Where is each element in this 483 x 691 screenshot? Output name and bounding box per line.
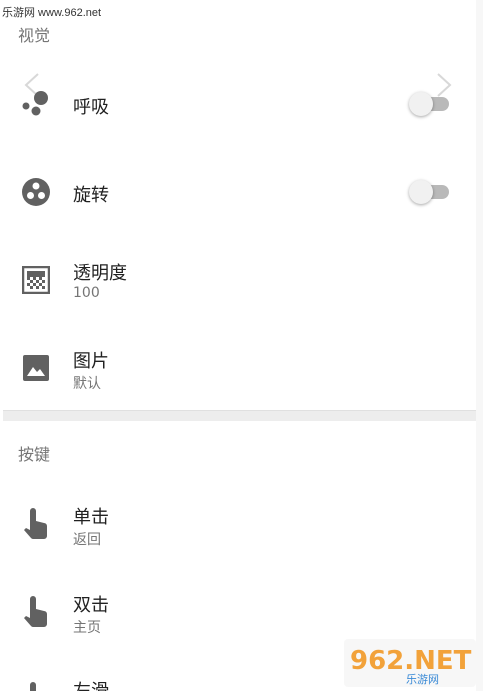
section-divider — [3, 410, 476, 421]
double-tap-hand-icon — [20, 596, 52, 628]
tap-hand-icon — [20, 508, 52, 540]
setting-row-rotate[interactable]: 旋转 — [0, 152, 476, 232]
setting-title: 单击 — [73, 507, 109, 528]
section-header-keys: 按键 — [18, 445, 51, 464]
setting-row-opacity[interactable]: 透明度 100 — [0, 240, 476, 320]
setting-value: 100 — [73, 285, 100, 301]
setting-title: 双击 — [73, 595, 109, 616]
setting-title: 左滑 — [73, 677, 109, 691]
rotate-circle-icon — [20, 176, 52, 208]
logo-main-text: 962.NET — [350, 646, 472, 676]
site-logo: 962.NET 乐游网 — [344, 639, 476, 687]
setting-value: 主页 — [73, 620, 101, 636]
breathe-toggle[interactable] — [409, 92, 449, 116]
setting-title: 透明度 — [73, 263, 127, 284]
logo-sub-text: 乐游网 — [406, 673, 439, 686]
setting-row-single-tap[interactable]: 单击 返回 — [0, 484, 476, 564]
setting-value: 返回 — [73, 532, 101, 548]
setting-title: 图片 — [73, 351, 109, 372]
image-icon — [20, 352, 52, 384]
breathe-dots-icon — [20, 88, 52, 120]
setting-title: 旋转 — [73, 185, 109, 206]
setting-row-breathe[interactable]: 呼吸 — [0, 64, 476, 144]
right-edge — [476, 0, 483, 691]
setting-value: 默认 — [73, 376, 101, 392]
watermark-text: 乐游网 www.962.net — [2, 7, 102, 19]
section-header-visual: 视觉 — [18, 26, 51, 45]
setting-title: 呼吸 — [73, 97, 109, 118]
setting-row-image[interactable]: 图片 默认 — [0, 328, 476, 408]
swipe-left-icon — [20, 682, 52, 691]
opacity-grid-icon — [20, 264, 52, 296]
rotate-toggle[interactable] — [409, 180, 449, 204]
